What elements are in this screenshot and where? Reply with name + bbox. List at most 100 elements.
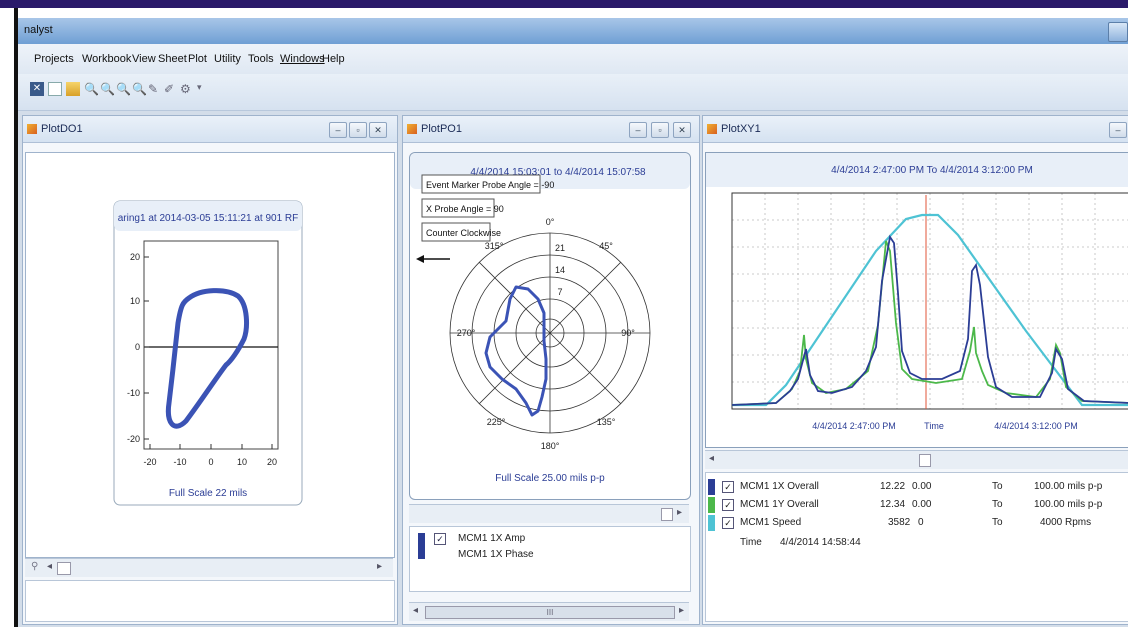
menu-projects[interactable]: Projects [34, 53, 74, 65]
menu-utility[interactable]: Utility [214, 53, 241, 65]
row-name: MCM1 1X Overall [740, 481, 819, 492]
row-v1: 12.34 [880, 499, 906, 510]
scroll-thumb[interactable] [57, 562, 71, 575]
angle-label: 315° [485, 241, 504, 251]
minimize-button[interactable] [1108, 22, 1128, 42]
zoom-reset-icon[interactable]: 🔍 [132, 82, 147, 96]
menu-view[interactable]: View [132, 53, 156, 65]
note-x-probe: X Probe Angle = 90 [426, 204, 504, 214]
plot-xy-area: 4/4/2014 2:47:00 PM To 4/4/2014 3:12:00 … [705, 152, 1128, 448]
trend-range: 4/4/2014 2:47:00 PM To 4/4/2014 3:12:00 … [831, 165, 1033, 176]
scroll-left-icon[interactable]: ◂ [47, 561, 52, 572]
row-max: 100.00 mils p-p [1034, 481, 1103, 492]
zoom-out-icon[interactable]: 🔍 [100, 82, 115, 96]
dropdown-arrow-icon[interactable]: ▾ [197, 82, 211, 96]
zoom-fit-icon[interactable]: 🔍 [116, 82, 131, 96]
checkbox-speed[interactable]: ✓ [722, 517, 734, 529]
close-button[interactable]: ✕ [369, 122, 387, 138]
note-direction: Counter Clockwise [426, 228, 501, 238]
pen-icon[interactable]: ✎ [148, 82, 162, 96]
plot-do-panel: PlotDO1 – ▫ ✕ aring1 at 2014-03-05 15:11… [22, 115, 398, 625]
x-tick-label: -20 [143, 457, 156, 467]
scroll-left-icon[interactable]: ◂ [413, 605, 418, 616]
minimize-button[interactable]: – [1109, 122, 1127, 138]
polar-spoke [479, 262, 551, 334]
menu-bar: Projects Workbook View Sheet Plot Utilit… [18, 44, 1128, 74]
x-tick-label: 20 [267, 457, 277, 467]
plot-po-titlebar: PlotPO1 – ▫ ✕ [403, 116, 699, 143]
series-checkbox[interactable]: ✓ [434, 533, 446, 545]
x-label-left: 4/4/2014 2:47:00 PM [812, 421, 896, 431]
open-icon[interactable] [66, 82, 80, 96]
row-v2: 0.00 [912, 499, 932, 510]
angle-label: 135° [597, 417, 616, 427]
row-v2: 0.00 [912, 481, 932, 492]
close-button[interactable]: ✕ [673, 122, 691, 138]
ring-label: 21 [555, 243, 565, 253]
plot-po-hscroll[interactable]: ▸ [409, 504, 689, 523]
angle-label: 270° [457, 328, 476, 338]
x-label-right: 4/4/2014 3:12:00 PM [994, 421, 1078, 431]
polar-plot: 4/4/2014 15:03:01 to 4/4/2014 15:07:58 0… [410, 153, 690, 484]
orbit-title: aring1 at 2014-03-05 15:11:21 at 901 RF [118, 213, 299, 224]
angle-label: 0° [546, 217, 555, 227]
mcm1x-trace [731, 234, 1128, 406]
close-icon[interactable]: ✕ [30, 82, 44, 96]
y-tick-label: -20 [127, 434, 140, 444]
orbit-frame [143, 240, 279, 450]
swatch-speed [708, 515, 715, 531]
scroll-right-icon[interactable]: ▸ [677, 507, 682, 518]
legend-amp: MCM1 1X Amp [458, 533, 526, 544]
scroll-thumb[interactable]: III [425, 606, 675, 619]
settings-icon[interactable]: ⚙ [180, 82, 194, 96]
polar-spoke [549, 332, 621, 404]
menu-tools[interactable]: Tools [248, 53, 274, 65]
checkbox-mcm1y[interactable]: ✓ [722, 499, 734, 511]
scroll-right-icon[interactable]: ▸ [377, 561, 382, 572]
time-label: Time [740, 537, 762, 548]
angle-label: 225° [487, 417, 506, 427]
plot-xy-legend: ✓ ✓ ✓ MCM1 1X Overall 12.22 0.00 To 100.… [705, 472, 1128, 622]
title-bar: nalyst [18, 18, 1128, 44]
plot-icon [707, 124, 717, 134]
row-to: To [992, 481, 1003, 492]
note-event-marker: Event Marker Probe Angle = -90 [426, 180, 554, 190]
swatch-mcm1y [708, 497, 715, 513]
y-tick-label: -10 [127, 388, 140, 398]
x-tick-label: 0 [208, 457, 213, 467]
plot-do-title: PlotDO1 [41, 123, 83, 135]
scroll-thumb[interactable] [919, 454, 931, 467]
menu-sheet[interactable]: Sheet [158, 53, 187, 65]
row-v2: 0 [918, 517, 924, 528]
plot-po-area: 4/4/2014 15:03:01 to 4/4/2014 15:07:58 0… [409, 152, 691, 500]
minimize-button[interactable]: – [329, 122, 347, 138]
angle-label: 45° [599, 241, 613, 251]
plot-do-scrollbar[interactable]: ⚲ ◂ ▸ [25, 558, 393, 577]
menu-workbook[interactable]: Workbook [82, 53, 131, 65]
y-tick-label: 0 [135, 342, 140, 352]
ring-label: 7 [557, 287, 562, 297]
plot-po-legend-scroll[interactable]: ◂ III ▸ [409, 602, 689, 621]
minimize-button[interactable]: – [629, 122, 647, 138]
menu-help[interactable]: Help [322, 53, 345, 65]
legend-phase: MCM1 1X Phase [458, 549, 534, 560]
y-tick-label: 10 [130, 296, 140, 306]
marker-icon[interactable]: ✐ [164, 82, 178, 96]
row-max: 100.00 mils p-p [1034, 499, 1103, 510]
maximize-button[interactable]: ▫ [651, 122, 669, 138]
plot-do-legend [25, 580, 395, 622]
zoom-in-icon[interactable]: 🔍 [84, 82, 99, 96]
menu-windows[interactable]: Windows [280, 53, 325, 65]
scroll-left-icon[interactable]: ◂ [709, 453, 714, 464]
new-icon[interactable] [48, 82, 62, 96]
y-tick-label: 20 [130, 252, 140, 262]
trend-plot: 4/4/2014 2:47:00 PM To 4/4/2014 3:12:00 … [706, 153, 1128, 431]
plot-xy-title: PlotXY1 [721, 123, 761, 135]
checkbox-mcm1x[interactable]: ✓ [722, 481, 734, 493]
plot-icon [407, 124, 417, 134]
menu-plot[interactable]: Plot [188, 53, 207, 65]
scroll-right-icon[interactable]: ▸ [679, 605, 684, 616]
plot-xy-scrollbar[interactable]: ◂ [705, 450, 1128, 469]
maximize-button[interactable]: ▫ [349, 122, 367, 138]
scroll-thumb[interactable] [661, 508, 673, 521]
